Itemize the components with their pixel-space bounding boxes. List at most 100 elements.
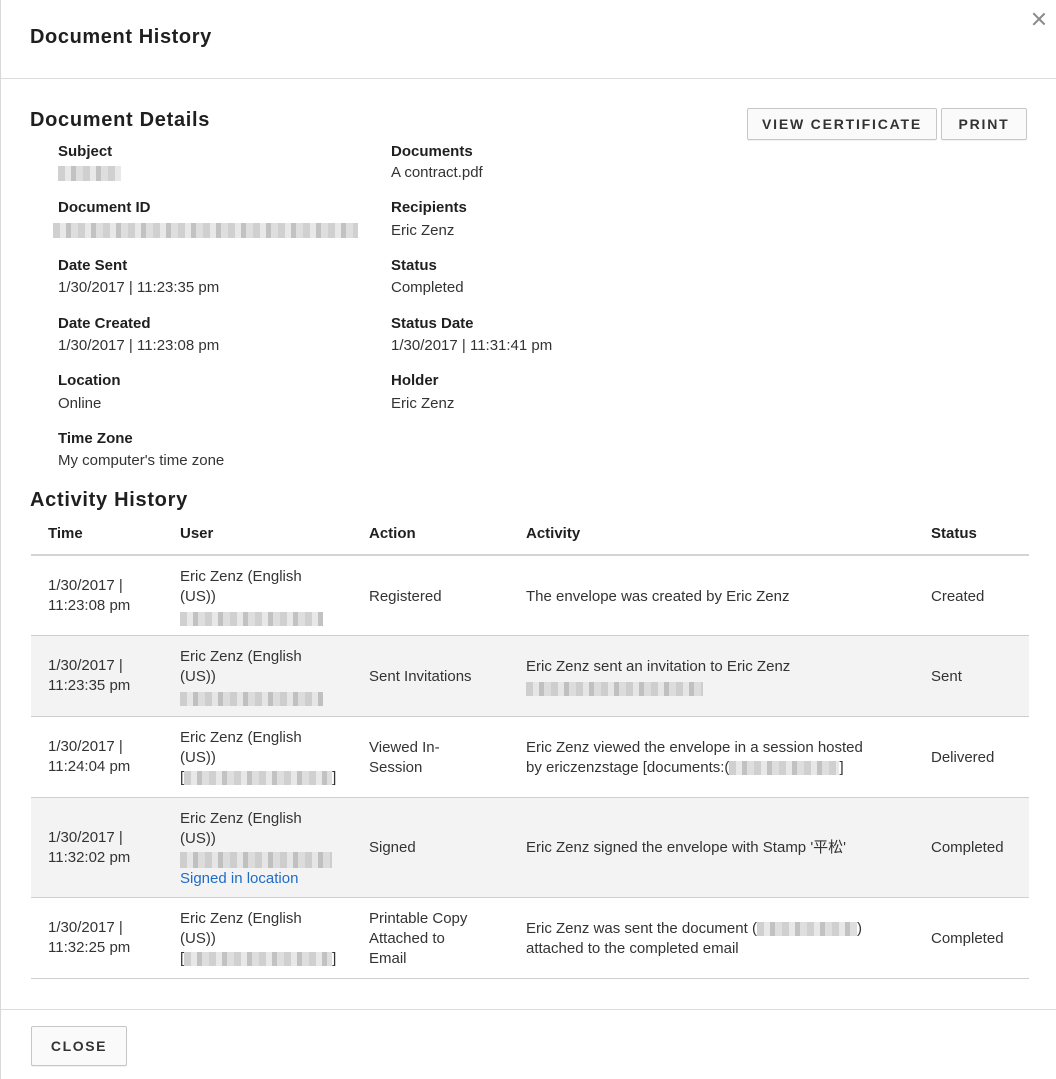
bracket-close: ] (332, 769, 337, 786)
view-certificate-button[interactable]: VIEW CERTIFICATE (747, 108, 937, 140)
row-time: 1/30/2017 | 11:24:04 pm (48, 737, 130, 777)
user-name: Eric Zenz (English (180, 729, 302, 746)
activity-email-redacted (526, 681, 703, 696)
user-email-redacted (180, 691, 323, 706)
time-date: 1/30/2017 | (48, 577, 123, 594)
document-id-label: Document ID (58, 199, 151, 216)
location-value: Online (58, 395, 102, 412)
activity-id-redacted (729, 761, 840, 776)
table-row: 1/30/2017 | 11:24:04 pm Eric Zenz (Engli… (31, 717, 1029, 798)
activity-text: Eric Zenz viewed the envelope in a sessi… (526, 739, 863, 756)
recipients-value: Eric Zenz (391, 222, 455, 239)
date-created-label: Date Created (58, 315, 151, 332)
user-ip-redacted (184, 952, 333, 967)
row-user: Eric Zenz (English (US)) [] (180, 909, 336, 969)
bracket-close: ] (332, 950, 337, 967)
time-zone-value: My computer's time zone (58, 452, 225, 469)
row-user: Eric Zenz (English (US)) (180, 647, 323, 707)
time-clock: 11:32:25 pm (48, 939, 131, 956)
modal-header: Document History (1, 0, 1056, 79)
time-clock: 11:24:04 pm (48, 758, 131, 775)
activity-text-line1: Eric Zenz was sent the document () (526, 919, 862, 939)
modal-footer: CLOSE (1, 1009, 1056, 1079)
row-user: Eric Zenz (English (US)) [] (180, 728, 336, 788)
row-activity: Eric Zenz sent an invitation to Eric Zen… (526, 657, 790, 697)
holder-value: Eric Zenz (391, 395, 455, 412)
user-locale: (US)) (180, 830, 216, 847)
time-date: 1/30/2017 | (48, 738, 123, 755)
column-action: Action (369, 525, 416, 542)
close-button[interactable]: CLOSE (31, 1026, 127, 1066)
action-line: Viewed In- (369, 739, 440, 756)
row-status: Delivered (931, 749, 995, 766)
user-ip: [] (180, 768, 336, 788)
signed-in-location-link[interactable]: Signed in location (180, 869, 332, 889)
user-name: Eric Zenz (English (180, 568, 302, 585)
time-date: 1/30/2017 | (48, 657, 123, 674)
documents-value: A contract.pdf (391, 164, 483, 181)
activity-text-part: ) (856, 920, 862, 937)
activity-text: attached to the completed email (526, 940, 739, 957)
document-id-redacted (756, 922, 857, 937)
column-time: Time (48, 525, 83, 542)
row-status: Sent (931, 668, 962, 685)
row-user: Eric Zenz (English (US)) (180, 567, 323, 627)
column-activity: Activity (526, 525, 581, 542)
time-zone-label: Time Zone (58, 430, 133, 447)
row-time: 1/30/2017 | 11:32:25 pm (48, 918, 130, 958)
row-action: Printable Copy Attached to Email (369, 909, 467, 969)
user-name: Eric Zenz (English (180, 648, 302, 665)
holder-label: Holder (391, 372, 439, 389)
status-value: Completed (391, 279, 464, 296)
document-history-modal: Document History Document Details VIEW C… (0, 0, 1056, 1079)
user-locale: (US)) (180, 749, 216, 766)
row-activity: Eric Zenz signed the envelope with Stamp… (526, 839, 847, 856)
document-details-title: Document Details (30, 109, 211, 131)
subject-value-redacted (58, 166, 121, 181)
row-time: 1/30/2017 | 11:23:08 pm (48, 576, 130, 616)
user-locale: (US)) (180, 588, 216, 605)
activity-text: Eric Zenz sent an invitation to Eric Zen… (526, 658, 791, 675)
row-activity: Eric Zenz was sent the document () attac… (526, 919, 862, 959)
time-date: 1/30/2017 | (48, 829, 123, 846)
activity-table: Time User Action Activity Status 1/30/20… (31, 514, 1029, 979)
row-status: Completed (931, 930, 1004, 947)
subject-label: Subject (58, 143, 113, 160)
row-action: Viewed In- Session (369, 738, 440, 778)
documents-label: Documents (391, 143, 473, 160)
column-user: User (180, 525, 214, 542)
activity-text-part: Eric Zenz was sent the document ( (526, 920, 757, 937)
user-ip-redacted (180, 852, 332, 869)
action-line: Email (369, 950, 407, 967)
table-header: Time User Action Activity Status (31, 514, 1029, 556)
time-clock: 11:32:02 pm (48, 849, 131, 866)
document-id-value-redacted (53, 223, 358, 238)
activity-text-line2: by ericzenzstage [documents:(] (526, 758, 863, 778)
row-activity: Eric Zenz viewed the envelope in a sessi… (526, 738, 863, 778)
row-action: Sent Invitations (369, 668, 472, 685)
table-row: 1/30/2017 | 11:23:35 pm Eric Zenz (Engli… (31, 636, 1029, 717)
activity-text-part: by ericzenzstage [documents:( (526, 759, 730, 776)
user-email-redacted (180, 611, 323, 626)
row-time: 1/30/2017 | 11:32:02 pm (48, 828, 130, 868)
activity-history-title: Activity History (30, 489, 188, 511)
row-status: Completed (931, 839, 1004, 856)
row-time: 1/30/2017 | 11:23:35 pm (48, 656, 130, 696)
location-label: Location (58, 372, 121, 389)
status-date-value: 1/30/2017 | 11:31:41 pm (391, 337, 553, 354)
table-row: 1/30/2017 | 11:32:25 pm Eric Zenz (Engli… (31, 898, 1029, 979)
user-ip: [] (180, 949, 336, 969)
time-clock: 11:23:08 pm (48, 597, 131, 614)
row-status: Created (931, 588, 985, 605)
row-activity: The envelope was created by Eric Zenz (526, 588, 790, 605)
date-sent-label: Date Sent (58, 257, 128, 274)
status-date-label: Status Date (391, 315, 474, 332)
print-button[interactable]: PRINT (941, 108, 1027, 140)
column-status: Status (931, 525, 977, 542)
action-line: Printable Copy (369, 910, 468, 927)
table-row: 1/30/2017 | 11:23:08 pm Eric Zenz (Engli… (31, 556, 1029, 636)
modal-title: Document History (30, 26, 212, 48)
action-line: Attached to (369, 930, 445, 947)
status-label: Status (391, 257, 437, 274)
close-x-icon[interactable] (1029, 9, 1049, 29)
